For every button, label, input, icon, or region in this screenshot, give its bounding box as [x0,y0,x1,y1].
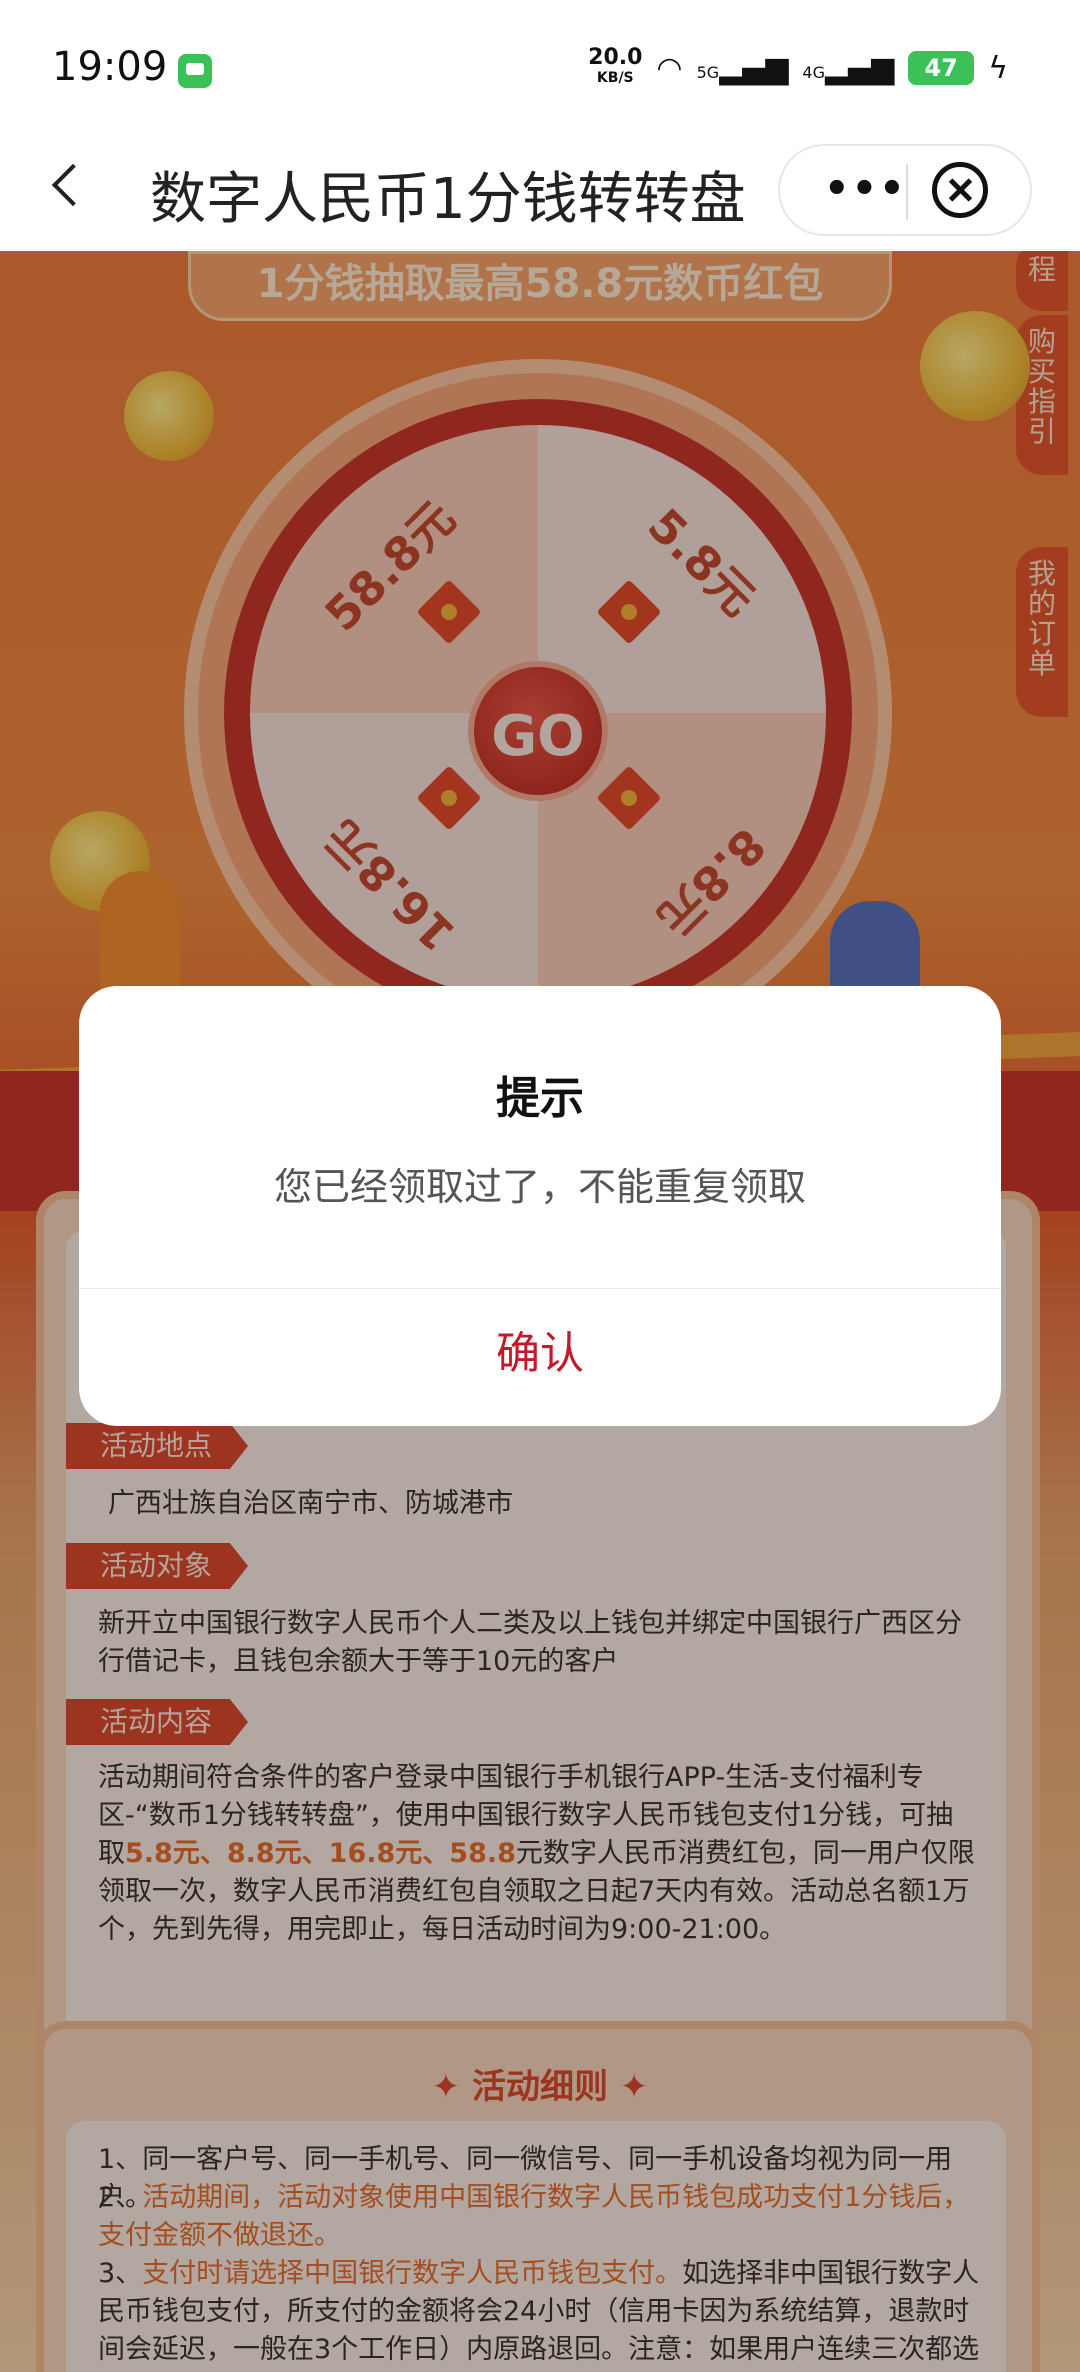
back-button[interactable] [36,156,96,216]
battery-icon: 47 [908,51,975,85]
confirm-button[interactable]: 确认 [79,1289,1001,1426]
signal-4g-icon: 4G▂▄▆ [802,50,895,86]
alert-dialog: 提示 您已经领取过了，不能重复领取 确认 [79,986,1001,1426]
capsule-divider [906,164,908,220]
message-notification-icon [178,54,212,88]
mini-program-capsule: ••• [778,144,1032,236]
status-indicators: 20.0 KB/S ◠ 5G▂▄▆ 4G▂▄▆ 47 ϟ [588,45,1008,88]
signal-5g-icon: 5G▂▄▆ [696,50,789,86]
more-icon[interactable]: ••• [824,166,907,212]
network-speed: 20.0 KB/S [588,45,643,88]
dialog-message: 您已经领取过了，不能重复领取 [273,1165,806,1209]
nav-bar: 数字人民币1分钱转转盘 ••• [0,130,1080,250]
wifi-icon: ◠ [656,50,683,86]
status-time: 19:09 [52,44,168,90]
network-speed-value: 20.0 [588,45,643,70]
close-icon[interactable] [932,162,988,218]
status-bar: 19:09 20.0 KB/S ◠ 5G▂▄▆ 4G▂▄▆ 47 ϟ [0,0,1080,130]
network-speed-unit: KB/S [596,70,634,86]
page-title: 数字人民币1分钱转转盘 [150,167,746,232]
charging-icon: ϟ [988,50,1008,86]
dialog-title: 提示 [496,1073,584,1124]
